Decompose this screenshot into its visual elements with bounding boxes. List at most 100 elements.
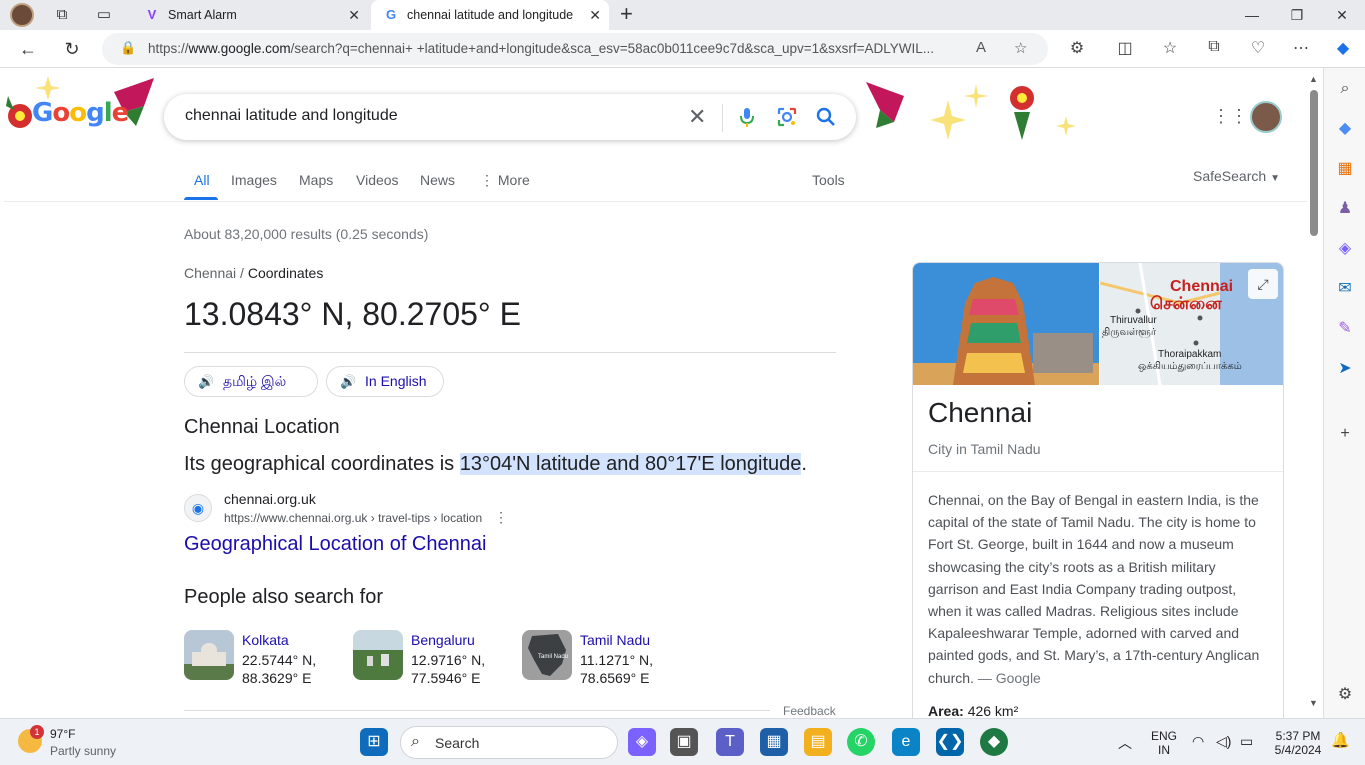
sidebar-outlook-icon[interactable]: ✉ [1334, 278, 1356, 300]
sidebar-shopping-icon[interactable]: ◆ [1334, 118, 1356, 140]
copilot-taskbar-icon[interactable]: ◈ [628, 728, 656, 756]
tab-more[interactable]: ⋮ More [480, 172, 530, 189]
kp-description-source[interactable]: — Google [978, 670, 1041, 686]
new-tab-icon[interactable]: + [620, 3, 633, 25]
battery-icon[interactable]: ▭ [1240, 733, 1253, 750]
language-indicator[interactable]: ENG IN [1148, 729, 1180, 757]
tab-smart-alarm[interactable]: V Smart Alarm ✕ [132, 0, 368, 30]
sidebar-send-icon[interactable]: ➤ [1334, 358, 1356, 380]
browser-essentials-icon[interactable]: ♡ [1247, 38, 1269, 58]
edge-browser-icon[interactable]: e [892, 728, 920, 756]
source-site-name[interactable]: chennai.org.uk [224, 491, 316, 507]
tab-images[interactable]: Images [231, 172, 277, 188]
workspaces-icon[interactable]: ⧉ [52, 5, 72, 25]
tools-button[interactable]: Tools [812, 172, 845, 188]
wifi-icon[interactable]: ◠ [1192, 733, 1204, 750]
sidebar-search-icon[interactable]: ⌕ [1334, 78, 1356, 100]
whatsapp-icon[interactable]: ✆ [847, 728, 875, 756]
page-scrollbar[interactable]: ▲ ▼ [1307, 72, 1321, 712]
tab-maps[interactable]: Maps [299, 172, 333, 188]
sidebar-games-icon[interactable]: ♟ [1334, 198, 1356, 220]
volume-icon[interactable]: ◁) [1216, 733, 1231, 750]
google-logo-text[interactable]: Google [32, 98, 129, 128]
lock-icon[interactable]: 🔒 [120, 40, 136, 56]
restore-icon[interactable]: ❐ [1274, 0, 1320, 30]
more-options-icon[interactable]: ⋮ [494, 509, 508, 526]
related-place-card[interactable]: Kolkata 22.5744° N, 88.3629° E [184, 630, 344, 686]
related-place-lon: 78.6569° E [580, 670, 650, 686]
related-place-card[interactable]: Tamil Nadu Tamil Nadu 11.1271° N, 78.656… [522, 630, 682, 686]
show-hidden-icons-icon[interactable]: ︿ [1118, 733, 1132, 753]
collections-icon[interactable]: ⧉ [1203, 38, 1225, 56]
temple-image[interactable] [913, 263, 1099, 385]
url-text[interactable]: https://www.google.com/search?q=chennai+… [148, 41, 968, 56]
favorite-star-icon[interactable]: ☆ [1014, 39, 1027, 57]
vertical-tabs-icon[interactable]: ▭ [94, 5, 114, 25]
tab-news[interactable]: News [420, 172, 455, 188]
tab-videos[interactable]: Videos [356, 172, 399, 188]
close-window-icon[interactable]: ✕ [1319, 0, 1365, 30]
source-url[interactable]: https://www.chennai.org.uk › travel-tips… [224, 511, 482, 525]
search-input[interactable]: chennai latitude and longitude [185, 107, 398, 125]
safesearch-button[interactable]: SafeSearch ▼ [1193, 168, 1280, 184]
copilot-icon[interactable]: ◆ [1332, 38, 1354, 58]
scrollbar-thumb[interactable] [1310, 90, 1318, 236]
search-submit-icon[interactable] [815, 106, 837, 128]
close-tab-icon[interactable]: ✕ [589, 0, 601, 30]
refresh-icon[interactable]: ↻ [60, 37, 84, 61]
scroll-down-icon[interactable]: ▼ [1309, 698, 1318, 708]
close-tab-icon[interactable]: ✕ [348, 0, 360, 30]
microsoft-store-icon[interactable]: ▦ [760, 728, 788, 756]
related-place-card[interactable]: Bengaluru 12.9716° N, 77.5946° E [353, 630, 513, 686]
related-place-name[interactable]: Bengaluru [411, 632, 475, 648]
vscode-icon[interactable]: ❮❯ [936, 728, 964, 756]
result-link[interactable]: Geographical Location of Chennai [184, 533, 486, 556]
taskbar-search[interactable]: ⌕ Search [400, 726, 618, 759]
doodle-decoration [866, 82, 1076, 140]
app-leaf-icon[interactable]: ◆ [980, 728, 1008, 756]
expand-map-icon[interactable]: ⤢ [1248, 269, 1278, 299]
section-divider [184, 710, 770, 711]
teams-icon[interactable]: T [716, 728, 744, 756]
voice-search-icon[interactable] [736, 106, 758, 128]
task-view-icon[interactable]: ▣ [670, 728, 698, 756]
feedback-link[interactable]: Feedback [783, 704, 836, 718]
clear-search-icon[interactable]: ✕ [688, 104, 706, 130]
settings-more-icon[interactable]: ⋯ [1290, 38, 1312, 58]
minimize-icon[interactable]: — [1229, 0, 1275, 30]
listen-tamil-button[interactable]: 🔊 தமிழ் இல் [184, 366, 318, 397]
google-lens-icon[interactable] [776, 106, 798, 128]
account-avatar[interactable] [1250, 101, 1282, 133]
start-windows-icon[interactable]: ⊞ [360, 728, 388, 756]
sidebar-copilot-icon[interactable]: ◈ [1334, 238, 1356, 260]
tab-google-search[interactable]: G chennai latitude and longitude - ✕ [371, 0, 609, 30]
search-box[interactable]: chennai latitude and longitude ✕ [164, 94, 856, 140]
listen-english-button[interactable]: 🔊 In English [326, 366, 444, 397]
sidebar-settings-icon[interactable]: ⚙ [1334, 684, 1356, 706]
back-icon[interactable]: ← [16, 37, 40, 61]
related-place-name[interactable]: Kolkata [242, 632, 289, 648]
sidebar-tools-icon[interactable]: ▦ [1334, 158, 1356, 180]
sidebar-designer-icon[interactable]: ✎ [1334, 318, 1356, 340]
tab-all[interactable]: All [194, 172, 210, 188]
read-aloud-icon[interactable]: A [976, 39, 986, 56]
google-favicon-icon: G [385, 7, 397, 22]
weather-description[interactable]: Partly sunny [50, 744, 116, 758]
address-bar[interactable]: 🔒 https://www.google.com/search?q=chenna… [102, 33, 1048, 65]
weather-temperature[interactable]: 97°F [50, 727, 75, 741]
kolkata-thumbnail [184, 630, 234, 680]
clock[interactable]: 5:37 PM 5/4/2024 [1270, 729, 1326, 757]
extensions-icon[interactable]: ⚙ [1066, 38, 1088, 58]
scroll-up-icon[interactable]: ▲ [1309, 74, 1318, 84]
sidebar-add-icon[interactable]: + [1334, 423, 1356, 445]
listen-tamil-label: தமிழ் இல் [223, 373, 287, 389]
breadcrumb-item[interactable]: Chennai [184, 265, 236, 281]
globe-icon[interactable]: ◉ [184, 494, 212, 522]
notification-bell-icon[interactable]: 🔔 [1331, 731, 1350, 749]
profile-avatar[interactable] [10, 3, 34, 27]
split-screen-icon[interactable]: ◫ [1114, 38, 1136, 58]
favorites-icon[interactable]: ☆ [1159, 38, 1181, 58]
file-explorer-icon[interactable]: ▤ [804, 728, 832, 756]
related-place-name[interactable]: Tamil Nadu [580, 632, 650, 648]
kp-area: Area: 426 km² [928, 703, 1019, 718]
